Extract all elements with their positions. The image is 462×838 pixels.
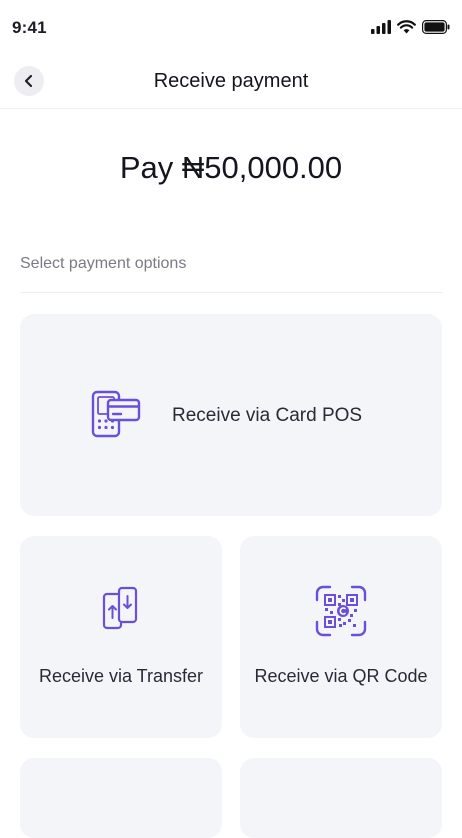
qr-code-label: Receive via QR Code (254, 666, 428, 686)
status-icons (371, 20, 450, 34)
receive-via-card-pos-card[interactable]: Receive via Card POS (20, 314, 442, 516)
receive-via-transfer-card[interactable]: Receive via Transfer (20, 536, 222, 738)
header: Receive payment (0, 56, 462, 109)
qr-code-icon (240, 584, 442, 638)
status-bar: 9:41 (0, 0, 462, 56)
status-time: 9:41 (12, 18, 47, 37)
card-pos-icon (90, 388, 144, 447)
payment-amount: Pay ₦50,000.00 (119, 150, 343, 185)
section-label: Select payment options (20, 255, 187, 272)
page-title: Receive payment (153, 70, 309, 92)
wifi-icon (397, 20, 416, 34)
payment-option-card[interactable] (20, 758, 222, 838)
signal-icon (371, 20, 391, 34)
payment-option-card[interactable] (240, 758, 442, 838)
receive-via-qr-code-card[interactable]: Receive via QR Code (240, 536, 442, 738)
battery-icon (422, 20, 450, 34)
divider (20, 292, 442, 293)
card-pos-label: Receive via Card POS (172, 405, 363, 426)
transfer-phones-icon (20, 584, 222, 634)
transfer-label: Receive via Transfer (38, 666, 204, 686)
